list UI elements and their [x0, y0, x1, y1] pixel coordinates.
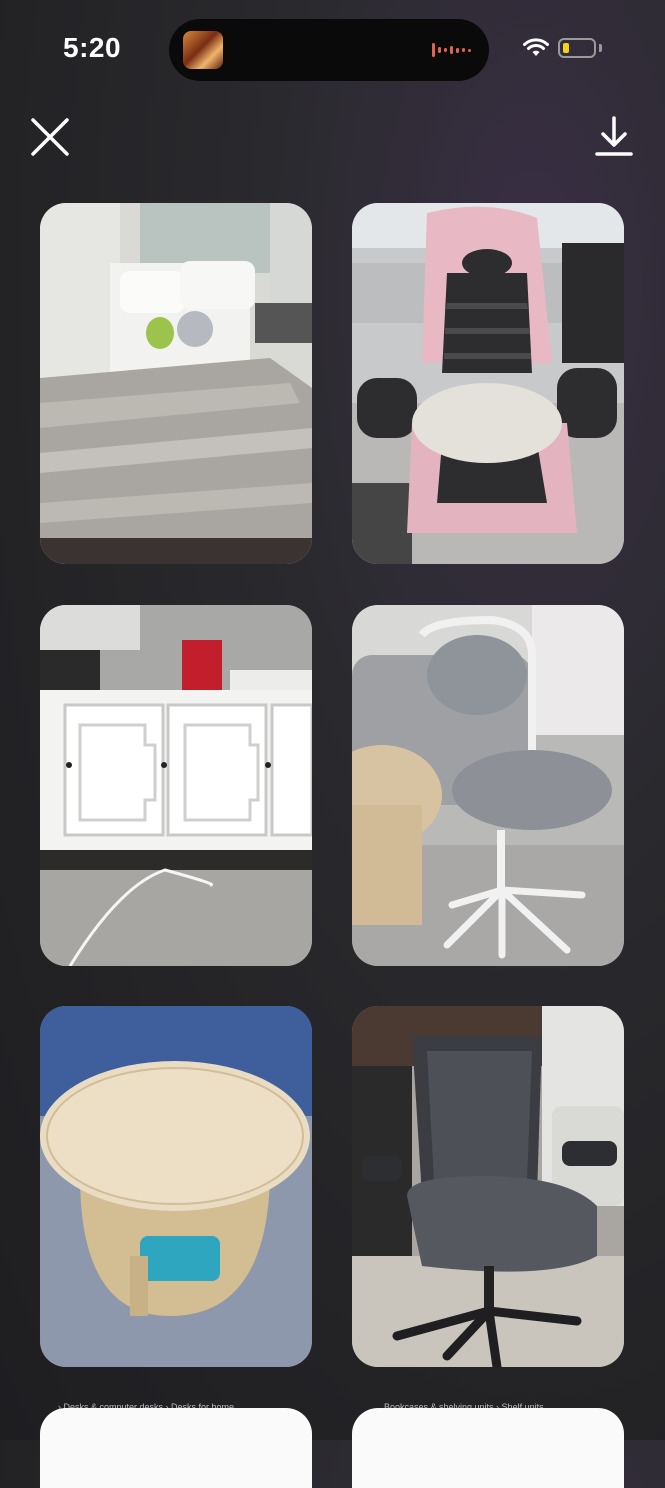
gallery-item-white-sideboard[interactable]	[40, 605, 312, 966]
download-button[interactable]	[592, 114, 636, 160]
gallery-item-partial[interactable]	[40, 1408, 312, 1488]
pink-gaming-chair-photo	[352, 203, 624, 564]
now-playing-artwork-icon[interactable]	[183, 31, 223, 69]
gallery-item-mesh-office-chair[interactable]	[352, 1006, 624, 1367]
battery-cap	[599, 44, 602, 52]
wifi-icon	[523, 38, 549, 56]
dynamic-island[interactable]	[169, 19, 489, 81]
battery-icon	[558, 38, 596, 58]
white-sideboard-photo	[40, 605, 312, 966]
gallery-item-pink-gaming-chair[interactable]	[352, 203, 624, 564]
mesh-office-chair-photo	[352, 1006, 624, 1367]
download-icon	[595, 116, 633, 156]
grey-swivel-chair-photo	[352, 605, 624, 966]
status-time: 5:20	[63, 32, 122, 63]
status-bar: 5:20	[0, 0, 665, 100]
close-icon	[31, 118, 69, 156]
gallery-item-partial[interactable]	[352, 1408, 624, 1488]
battery-level	[563, 43, 569, 53]
gallery-item-grey-swivel-chair[interactable]	[352, 605, 624, 966]
close-button[interactable]	[28, 115, 72, 159]
round-coffee-table-photo	[40, 1006, 312, 1367]
bed-photo	[40, 203, 312, 564]
gallery-item-bed[interactable]	[40, 203, 312, 564]
gallery-item-round-coffee-table[interactable]	[40, 1006, 312, 1367]
audio-waveform-icon	[432, 41, 471, 59]
